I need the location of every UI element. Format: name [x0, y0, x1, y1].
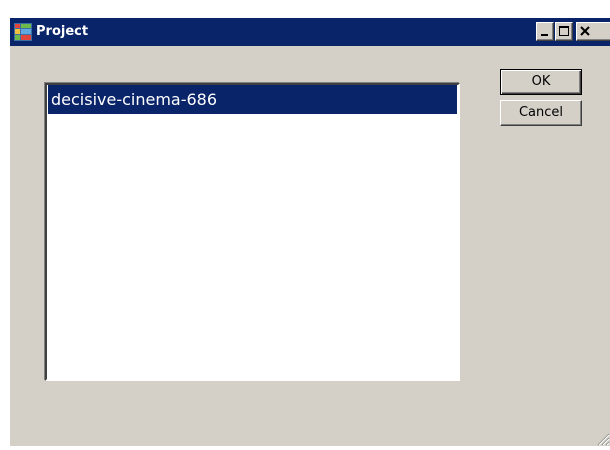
window-title: Project [36, 24, 89, 39]
maximize-button[interactable] [555, 22, 573, 41]
cancel-button[interactable]: Cancel [500, 100, 582, 126]
maximize-icon [559, 26, 569, 36]
minimize-icon [541, 34, 548, 36]
project-listbox[interactable]: decisive-cinema-686 [45, 83, 460, 381]
close-icon [580, 26, 590, 36]
resize-grip-icon[interactable] [594, 430, 610, 446]
list-item[interactable]: decisive-cinema-686 [48, 85, 457, 114]
project-dialog: Project decisive-cinema-686 OK Cancel [9, 17, 610, 446]
title-bar[interactable]: Project [10, 18, 610, 46]
ok-button[interactable]: OK [500, 69, 582, 95]
close-button[interactable] [576, 22, 610, 41]
project-icon [14, 23, 32, 41]
minimize-button[interactable] [536, 22, 554, 41]
